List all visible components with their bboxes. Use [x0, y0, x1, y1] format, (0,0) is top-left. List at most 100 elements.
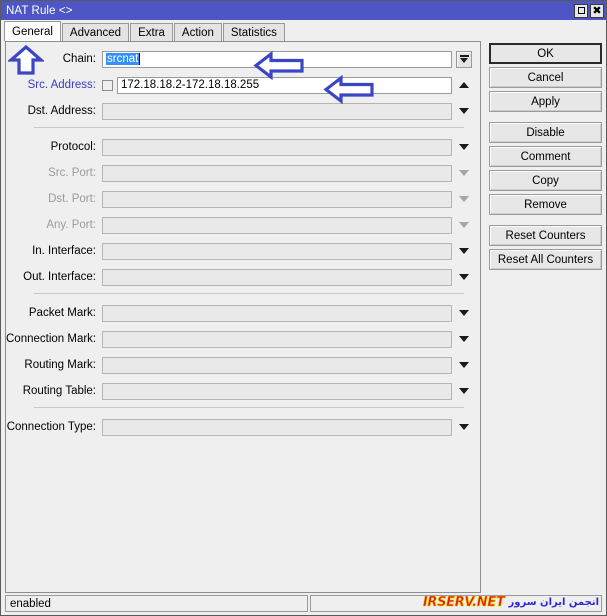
expand-down-button-out-interface[interactable]: [456, 269, 472, 286]
general-form-panel: Chain: srcnat Src. Address: 172.18.18.2-172…: [5, 41, 481, 593]
input-dst-address[interactable]: [102, 102, 452, 120]
tab-label: Action: [181, 26, 214, 39]
tab-advanced[interactable]: Advanced: [61, 23, 130, 41]
input-chain[interactable]: srcnat: [102, 50, 452, 68]
expand-down-button-connection-type[interactable]: [456, 419, 472, 436]
chevron-down-icon: [459, 196, 469, 202]
ok-button[interactable]: OK: [489, 43, 602, 64]
tab-statistics[interactable]: Statistics: [222, 23, 285, 41]
expand-down-button-protocol[interactable]: [456, 139, 472, 156]
form-row-connection-mark: Connection Mark:: [6, 328, 480, 350]
tab-general[interactable]: General: [4, 21, 61, 41]
tab-label: Statistics: [230, 26, 277, 39]
comment-button[interactable]: Comment: [489, 146, 602, 167]
input-src-port[interactable]: [102, 164, 452, 182]
input-any-port[interactable]: [102, 216, 452, 234]
expand-down-button-any-port[interactable]: [456, 217, 472, 234]
label-chain: Chain:: [62, 53, 96, 65]
chevron-down-icon: [459, 388, 469, 394]
cancel-button[interactable]: Cancel: [489, 67, 602, 88]
status-state-text: enabled: [10, 597, 51, 610]
dropdown-button-chain[interactable]: [456, 50, 472, 68]
input-out-interface[interactable]: [102, 268, 452, 286]
expand-down-button-routing-mark[interactable]: [456, 357, 472, 374]
label-protocol: Protocol:: [50, 141, 96, 153]
tab-bar: General Advanced Extra Action Statistics: [1, 20, 606, 41]
chevron-up-icon: [459, 82, 469, 88]
label-dst-port: Dst. Port:: [48, 193, 96, 205]
maximize-icon: [577, 7, 585, 14]
label-dst-address: Dst. Address:: [27, 105, 96, 117]
label-src-address: Src. Address:: [27, 79, 96, 91]
input-dst-port[interactable]: [102, 190, 452, 208]
button-label: Copy: [532, 174, 559, 187]
status-state-cell: enabled: [5, 595, 308, 612]
input-connection-mark[interactable]: [102, 330, 452, 348]
apply-button[interactable]: Apply: [489, 91, 602, 112]
chevron-down-icon: [459, 144, 469, 150]
tab-action[interactable]: Action: [173, 23, 222, 41]
chevron-down-icon: [459, 222, 469, 228]
expand-up-button-src-address[interactable]: [456, 77, 472, 94]
group-separator: [34, 293, 464, 294]
label-connection-mark: Connection Mark:: [6, 333, 97, 345]
form-row-dst-address: Dst. Address:: [6, 100, 480, 122]
group-separator: [34, 407, 464, 408]
remove-button[interactable]: Remove: [489, 194, 602, 215]
reset-all-counters-button[interactable]: Reset All Counters: [489, 249, 602, 270]
input-packet-mark[interactable]: [102, 304, 452, 322]
expand-down-button-dst-port[interactable]: [456, 191, 472, 208]
expand-down-button-src-port[interactable]: [456, 165, 472, 182]
expand-down-button-in-interface[interactable]: [456, 243, 472, 260]
label-src-port: Src. Port:: [48, 167, 96, 179]
window-title: NAT Rule <>: [6, 4, 73, 17]
input-routing-table[interactable]: [102, 382, 452, 400]
input-in-interface[interactable]: [102, 242, 452, 260]
input-protocol[interactable]: [102, 138, 452, 156]
button-label: Remove: [524, 198, 567, 211]
expand-down-button-dst-address[interactable]: [456, 103, 472, 120]
button-label: Apply: [531, 95, 560, 108]
form-row-any-port: Any. Port:: [6, 214, 480, 236]
input-routing-mark[interactable]: [102, 356, 452, 374]
nat-rule-window: NAT Rule <> ✖ General Advanced Extra Action…: [0, 0, 607, 616]
label-packet-mark: Packet Mark:: [28, 307, 96, 319]
button-label: Cancel: [527, 71, 564, 84]
form-row-protocol: Protocol:: [6, 136, 480, 158]
reset-counters-button[interactable]: Reset Counters: [489, 225, 602, 246]
tab-label: Advanced: [69, 26, 122, 39]
expand-down-button-connection-mark[interactable]: [456, 331, 472, 348]
input-src-address[interactable]: 172.18.18.2-172.18.18.255: [117, 76, 452, 94]
copy-button[interactable]: Copy: [489, 170, 602, 191]
tab-label: General: [12, 25, 53, 38]
form-row-src-address: Src. Address: 172.18.18.2-172.18.18.255: [6, 74, 480, 96]
chevron-down-icon: [459, 310, 469, 316]
button-label: Disable: [526, 126, 565, 139]
button-group-spacer: [489, 115, 602, 122]
chevron-down-icon: [459, 362, 469, 368]
disable-button[interactable]: Disable: [489, 122, 602, 143]
input-connection-type[interactable]: [102, 418, 452, 436]
label-connection-type: Connection Type:: [6, 421, 96, 433]
maximize-button[interactable]: [574, 3, 588, 18]
expand-down-button-packet-mark[interactable]: [456, 305, 472, 322]
button-label: Reset Counters: [505, 229, 586, 242]
checkbox-src-address[interactable]: [102, 79, 113, 91]
tab-extra[interactable]: Extra: [130, 23, 173, 41]
form-row-packet-mark: Packet Mark:: [6, 302, 480, 324]
tab-label: Extra: [138, 26, 165, 39]
button-label: OK: [537, 47, 554, 60]
watermark: IRSERV.NET انجمن ایران سرور: [422, 595, 599, 610]
label-in-interface: In. Interface:: [32, 245, 96, 257]
action-button-panel: OK Cancel Apply Disable Comment Copy Remove Res…: [481, 41, 602, 593]
chevron-down-icon: [459, 170, 469, 176]
status-secondary-cell: IRSERV.NET انجمن ایران سرور: [310, 595, 602, 612]
watermark-site-text: IRSERV.NET: [422, 595, 506, 610]
expand-down-button-routing-table[interactable]: [456, 383, 472, 400]
chevron-down-icon: [459, 336, 469, 342]
close-icon: ✖: [592, 4, 602, 17]
label-out-interface: Out. Interface:: [23, 271, 96, 283]
close-button[interactable]: ✖: [590, 3, 604, 18]
form-row-dst-port: Dst. Port:: [6, 188, 480, 210]
form-row-routing-table: Routing Table:: [6, 380, 480, 402]
